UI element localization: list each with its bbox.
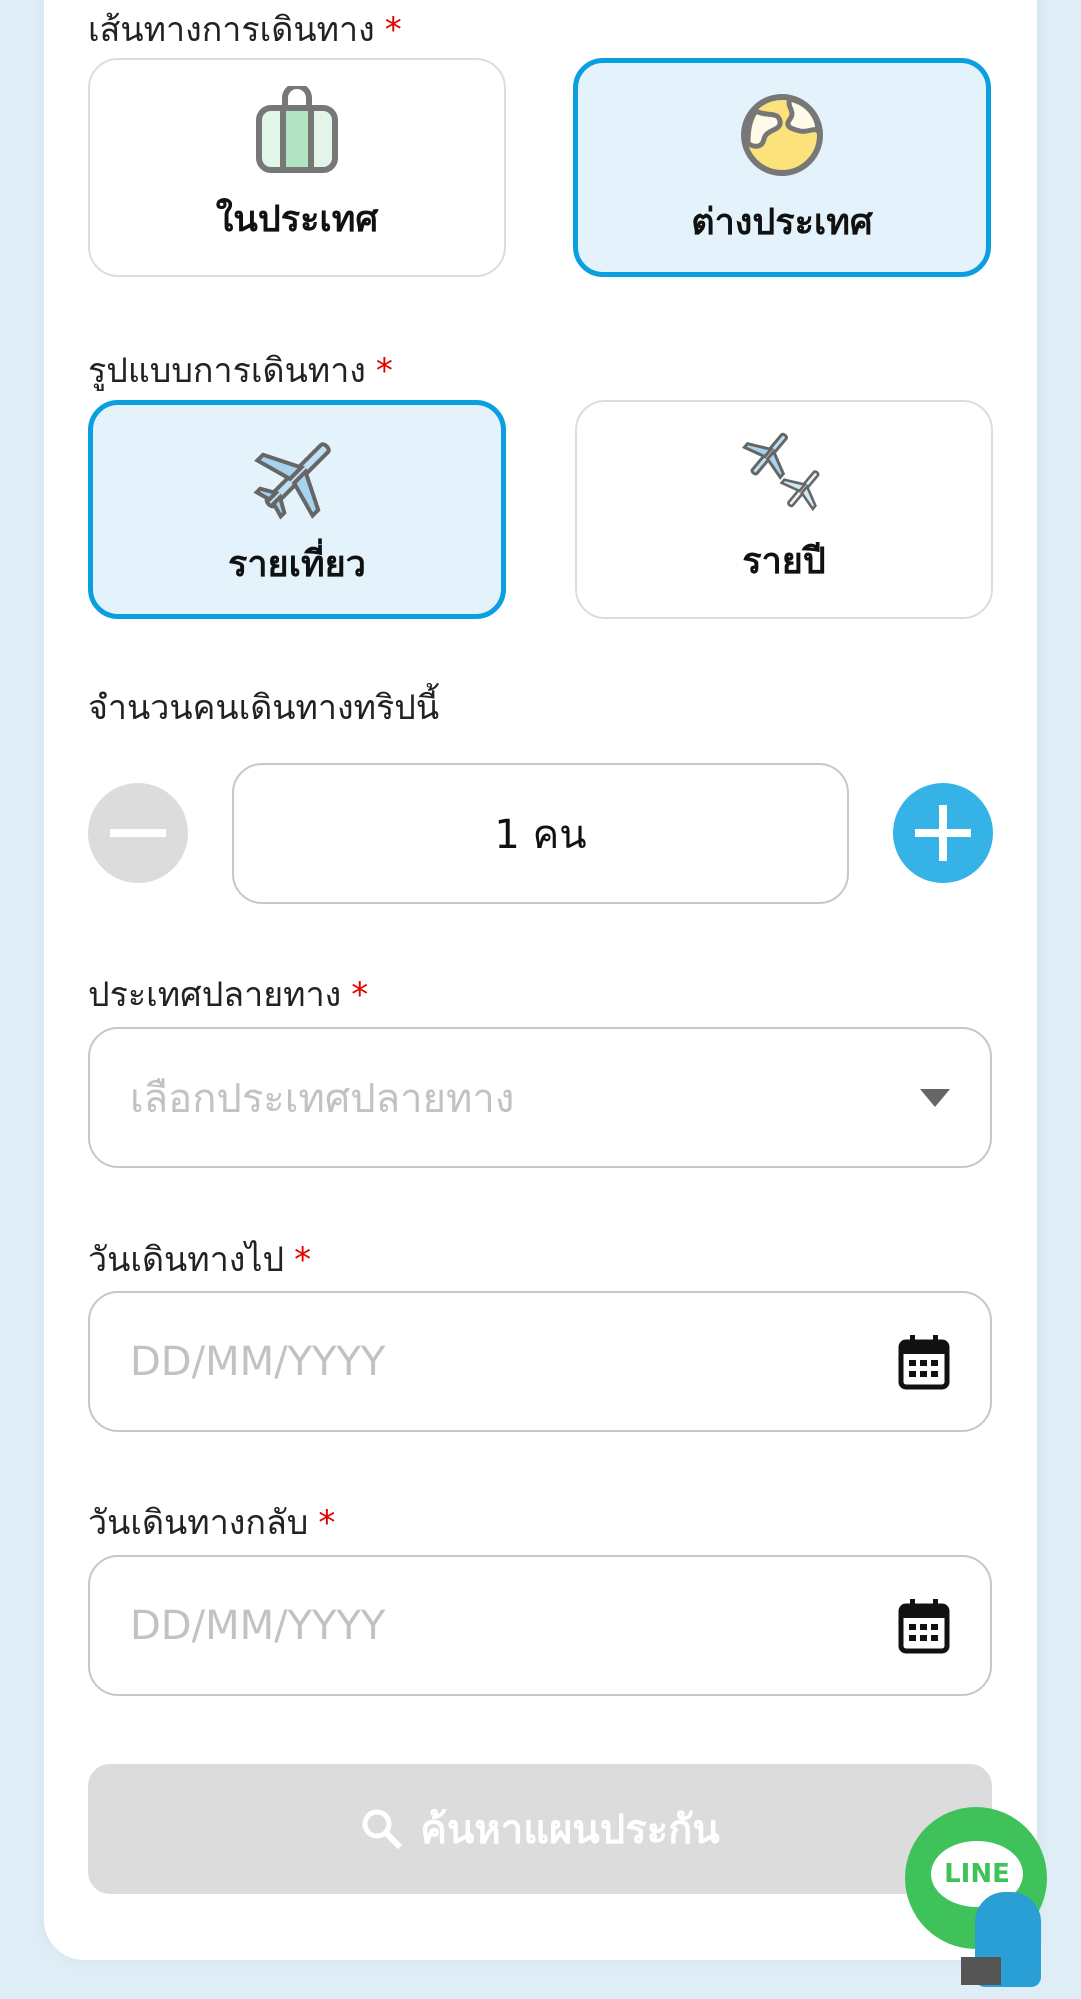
return-label-text: วันเดินทางกลับ [88, 1503, 309, 1543]
route-option-domestic[interactable]: ในประเทศ [88, 58, 506, 277]
travelers-label: จำนวนคนเดินทางทริปนี้ [88, 688, 440, 728]
multiple-airplanes-icon [741, 432, 820, 512]
depart-label: วันเดินทางไป * [88, 1232, 311, 1286]
depart-date-input[interactable]: DD/MM/YYYY [88, 1291, 992, 1432]
required-mark: * [375, 351, 393, 391]
travelers-count-field[interactable]: 1 คน [232, 763, 849, 904]
destination-label: ประเทศปลายทาง * [88, 967, 368, 1021]
return-label: วันเดินทางกลับ * [88, 1495, 335, 1549]
required-mark: * [351, 975, 369, 1015]
computer-icon [961, 1957, 1001, 1985]
required-mark: * [294, 1240, 312, 1280]
return-placeholder: DD/MM/YYYY [130, 1602, 386, 1649]
route-label-text: เส้นทางการเดินทาง [88, 10, 375, 50]
tile-label: ต่างประเทศ [691, 202, 873, 243]
tile-label: ในประเทศ [215, 199, 379, 240]
destination-label-text: ประเทศปลายทาง [88, 975, 342, 1015]
type-label-text: รูปแบบการเดินทาง [88, 351, 366, 391]
airplane-icon [253, 442, 331, 520]
depart-label-text: วันเดินทางไป [88, 1240, 285, 1280]
return-date-input[interactable]: DD/MM/YYYY [88, 1555, 992, 1696]
destination-placeholder: เลือกประเทศปลายทาง [130, 1075, 515, 1122]
decrease-travelers-button[interactable] [88, 783, 188, 883]
route-option-international[interactable]: ต่างประเทศ [573, 58, 991, 277]
search-plans-button[interactable]: ค้นหาแผนประกัน [88, 1764, 992, 1894]
tile-label: รายปี [742, 541, 826, 582]
increase-travelers-button[interactable] [893, 783, 993, 883]
type-label: รูปแบบการเดินทาง * [88, 343, 393, 397]
minus-icon [110, 829, 166, 837]
search-icon [362, 1809, 403, 1850]
calendar-icon[interactable] [898, 1598, 950, 1654]
route-label: เส้นทางการเดินทาง * [88, 2, 402, 56]
plus-icon [915, 805, 971, 861]
luggage-icon [256, 86, 338, 173]
depart-placeholder: DD/MM/YYYY [130, 1338, 386, 1385]
required-mark: * [384, 10, 402, 50]
type-option-single-trip[interactable]: รายเที่ยว [88, 400, 506, 619]
destination-select[interactable]: เลือกประเทศปลายทาง [88, 1027, 992, 1168]
line-chat-widget[interactable]: LINE [905, 1807, 1065, 1992]
globe-icon [741, 94, 823, 176]
required-mark: * [318, 1503, 336, 1543]
tile-label: รายเที่ยว [228, 544, 366, 585]
type-option-annual[interactable]: รายปี [575, 400, 993, 619]
calendar-icon[interactable] [898, 1334, 950, 1390]
search-button-label: ค้นหาแผนประกัน [420, 1807, 720, 1853]
chevron-down-icon [920, 1088, 950, 1107]
